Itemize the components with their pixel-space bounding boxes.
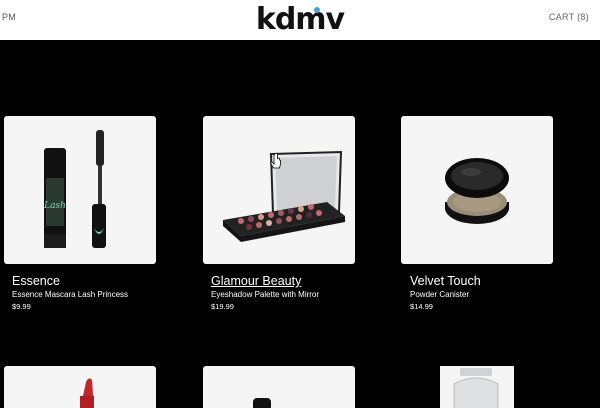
product-price: $9.99 — [12, 302, 31, 311]
top-navigation-bar: PM kdmv CART (8) — [0, 0, 600, 40]
product-name: Essence Mascara Lash Princess — [12, 290, 129, 299]
pointer-cursor-icon — [270, 154, 281, 169]
product-image[interactable]: Lash — [4, 116, 156, 264]
product-brand[interactable]: Glamour Beauty — [211, 274, 301, 288]
nail-polish-icon — [253, 398, 271, 408]
site-logo[interactable]: kdmv — [0, 2, 600, 37]
cart-link[interactable]: CART (8) — [549, 12, 589, 22]
powder-canister-icon — [445, 158, 509, 224]
product-image[interactable] — [203, 116, 355, 264]
product-image[interactable] — [440, 366, 514, 408]
product-price: $19.99 — [211, 302, 234, 311]
product-name: Powder Canister — [410, 290, 470, 299]
mascara-icon: Lash — [43, 130, 106, 248]
product-name: Eyeshadow Palette with Mirror — [211, 290, 320, 299]
product-image[interactable] — [203, 366, 355, 408]
product-price: $14.99 — [410, 302, 433, 311]
product-image[interactable] — [401, 116, 553, 264]
glass-bottle-icon — [453, 368, 499, 408]
logo-dot — [314, 7, 320, 13]
svg-text:Lash: Lash — [43, 201, 66, 211]
product-brand[interactable]: Essence — [12, 274, 60, 288]
lipstick-icon — [80, 378, 94, 408]
product-brand[interactable]: Velvet Touch — [410, 274, 481, 288]
eyeshadow-palette-icon — [223, 150, 345, 242]
product-image[interactable] — [4, 366, 156, 408]
